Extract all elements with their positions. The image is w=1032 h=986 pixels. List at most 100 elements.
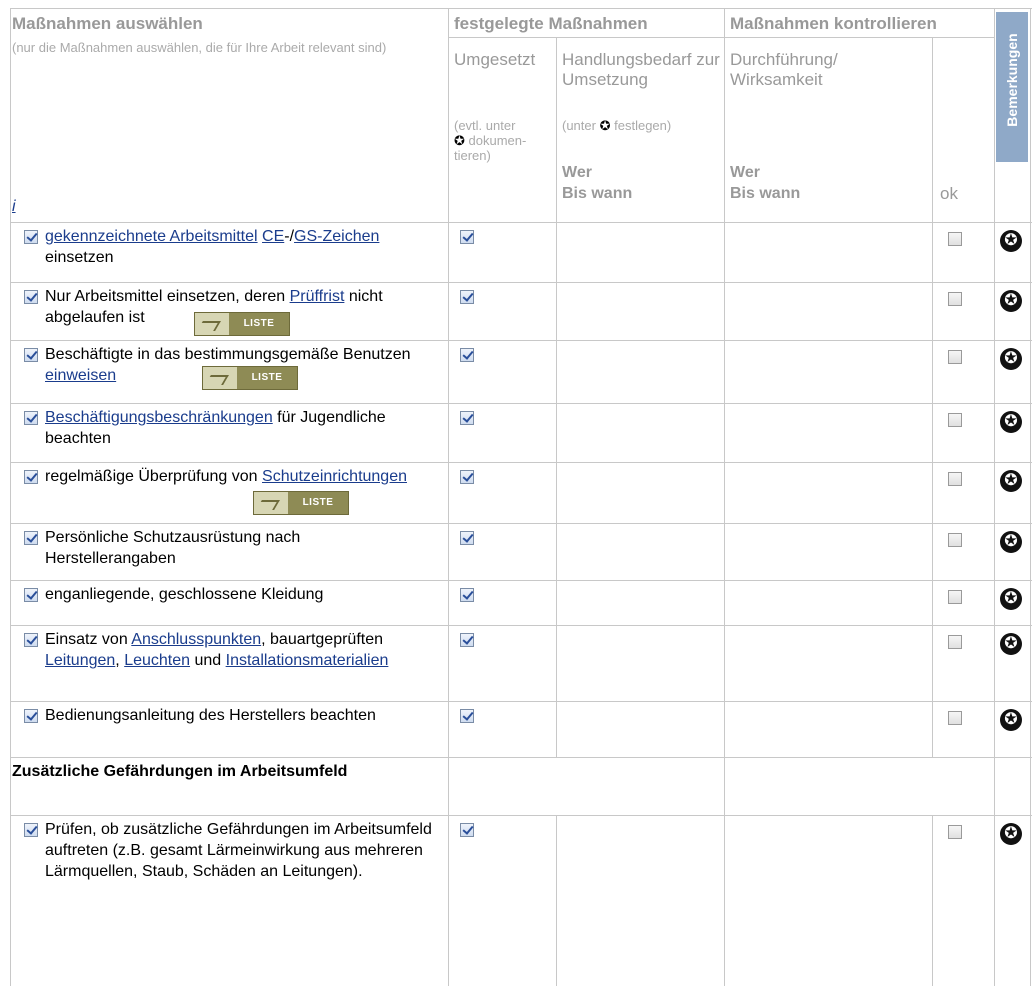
implemented-checkbox[interactable] [460,588,474,602]
implemented-checkbox[interactable] [460,230,474,244]
grid-line [932,37,933,757]
ok-checkbox[interactable] [948,472,962,486]
grid-line [10,340,1032,341]
ok-checkbox[interactable] [948,232,962,246]
implemented-header: Umgesetzt [454,50,536,69]
measure-checkbox[interactable] [24,470,38,484]
measure-checkbox[interactable] [24,411,38,425]
grid-line [556,815,557,986]
remark-star-icon[interactable]: ✪ [1000,633,1022,655]
implemented-checkbox[interactable] [460,470,474,484]
need-header: Handlungsbedarf zur Umsetzung [562,50,720,89]
remark-star-icon[interactable]: ✪ [1000,588,1022,610]
remark-star-icon[interactable]: ✪ [1000,230,1022,252]
grid-line [10,815,1032,816]
grid-line [1030,8,1031,986]
measure-link[interactable]: Installationsmaterialien [226,652,389,669]
measures-header: Maßnahmen auswählen [12,14,203,33]
grid-line [994,8,995,986]
grid-line [10,8,1032,9]
grid-line [448,37,994,38]
measure-checkbox[interactable] [24,633,38,647]
grid-line [556,37,557,757]
remark-star-icon[interactable]: ✪ [1000,348,1022,370]
grid-line [10,222,1032,223]
need-note: (unter ✪ festlegen) [562,118,672,133]
measure-checkbox[interactable] [24,709,38,723]
grid-line [448,8,449,986]
notepad-icon [203,367,237,389]
remark-star-icon[interactable]: ✪ [1000,290,1022,312]
measure-link[interactable]: einweisen [45,367,116,384]
remark-star-icon[interactable]: ✪ [1000,823,1022,845]
remark-star-icon[interactable]: ✪ [1000,470,1022,492]
star-icon: ✪ [599,118,611,133]
measure-link[interactable]: Anschlusspunkten [131,631,261,648]
measure-link[interactable]: Beschäftigungsbeschränkungen [45,409,273,426]
grid-line [10,757,1032,758]
who-header-2: Wer [730,164,760,181]
grid-line [724,8,725,986]
info-link[interactable]: i [12,198,16,216]
ok-checkbox[interactable] [948,350,962,364]
measure-checkbox[interactable] [24,348,38,362]
implemented-checkbox[interactable] [460,823,474,837]
grid-line [10,701,1032,702]
implemented-note: (evtl. unter ✪ dokumen- tieren) [454,118,527,163]
measure-checkbox[interactable] [24,531,38,545]
measure-checkbox[interactable] [24,823,38,837]
liste-label: LISTE [288,492,348,514]
fixed-measures-header: festgelegte Maßnahmen [454,14,648,33]
measure-link[interactable]: Prüffrist [290,288,345,305]
measures-table: Maßnahmen auswählen (nur die Maßnahmen a… [0,0,1032,986]
measure-link[interactable]: GS-Zeichen [294,228,379,245]
ok-checkbox[interactable] [948,635,962,649]
until-header: Bis wann [562,185,633,202]
ok-checkbox[interactable] [948,711,962,725]
implemented-checkbox[interactable] [460,531,474,545]
measure-link[interactable]: Schutzeinrichtungen [262,468,407,485]
implemented-checkbox[interactable] [460,290,474,304]
measure-text: Prüfen, ob zusätzliche Gefährdungen im A… [45,821,432,880]
grid-line [10,523,1032,524]
liste-button[interactable]: LISTE [194,312,290,336]
measure-link[interactable]: CE [262,228,284,245]
measure-checkbox[interactable] [24,588,38,602]
execution-header: Durchführung/ Wirksamkeit [730,50,838,89]
star-icon: ✪ [454,133,465,148]
grid-line [10,462,1032,463]
notepad-icon [254,492,288,514]
liste-label: LISTE [229,313,289,335]
notepad-icon [195,313,229,335]
measure-link[interactable]: Leuchten [124,652,190,669]
implemented-checkbox[interactable] [460,411,474,425]
grid-line [10,282,1032,283]
measure-text: Bedienungsanleitung des Herstellers beac… [45,707,376,724]
grid-line [10,403,1032,404]
ok-checkbox[interactable] [948,413,962,427]
ok-header: ok [940,184,958,203]
measure-link[interactable]: Leitungen [45,652,115,669]
ok-checkbox[interactable] [948,590,962,604]
grid-line [10,580,1032,581]
measure-text: regelmäßige Überprüfung von Schutzeinric… [45,468,407,485]
grid-line [10,8,11,986]
ok-checkbox[interactable] [948,825,962,839]
ok-checkbox[interactable] [948,292,962,306]
remark-star-icon[interactable]: ✪ [1000,531,1022,553]
measure-checkbox[interactable] [24,290,38,304]
measure-link[interactable]: gekennzeichnete Arbeitsmittel [45,228,258,245]
liste-button[interactable]: LISTE [253,491,349,515]
remark-star-icon[interactable]: ✪ [1000,411,1022,433]
implemented-checkbox[interactable] [460,709,474,723]
remark-star-icon[interactable]: ✪ [1000,709,1022,731]
implemented-checkbox[interactable] [460,633,474,647]
measure-text: Einsatz von Anschlusspunkten, bauartgepr… [45,631,389,669]
measure-checkbox[interactable] [24,230,38,244]
implemented-checkbox[interactable] [460,348,474,362]
ok-checkbox[interactable] [948,533,962,547]
liste-label: LISTE [237,367,297,389]
remarks-header: Bemerkungen [996,12,1028,162]
section-title: Zusätzliche Gefährdungen im Arbeitsumfel… [12,763,348,780]
liste-button[interactable]: LISTE [202,366,298,390]
